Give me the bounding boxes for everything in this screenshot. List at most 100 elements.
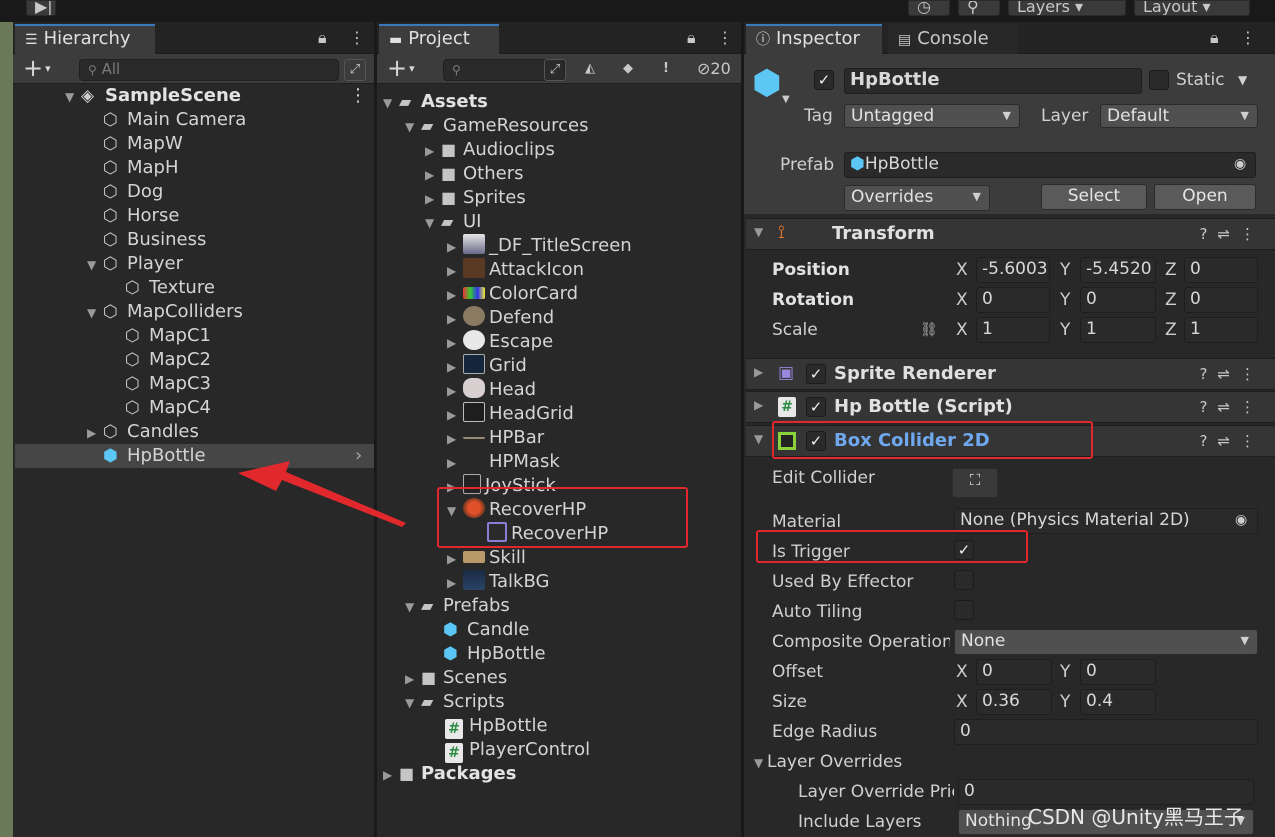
sprite-renderer-header[interactable]: ▶ ▣ ✓ Sprite Renderer ?⇌⋮ <box>746 358 1275 390</box>
component-tools[interactable]: ?⇌⋮ <box>1199 365 1265 383</box>
collapsed-arrow-icon[interactable]: ▶ <box>447 571 463 595</box>
tree-item-packages[interactable]: ▶ ■ Packages <box>383 762 516 786</box>
icon-dropdown-arrow-icon[interactable]: ▼ <box>782 94 790 105</box>
transform-header[interactable]: ▼ ⟟ Transform ?⇌⋮ <box>746 218 1275 250</box>
collapsed-arrow-icon[interactable]: ▶ <box>447 307 463 331</box>
static-checkbox[interactable] <box>1149 70 1169 90</box>
layer-overrides-foldout[interactable]: ▼ Layer Overrides <box>754 750 902 775</box>
lock-icon[interactable]: 🔒︎ <box>1210 28 1219 48</box>
component-tools[interactable]: ?⇌⋮ <box>1199 398 1265 416</box>
list-item[interactable]: ▼ ⬡ MapColliders <box>87 300 243 324</box>
link-off-icon[interactable]: ⛓ <box>920 318 938 342</box>
more-icon[interactable]: ⋮ <box>717 28 733 47</box>
select-button[interactable]: Select <box>1041 184 1147 210</box>
box-collider-header[interactable]: ▼ ✓ Box Collider 2D ?⇌⋮ <box>746 425 1275 457</box>
tree-item-folder[interactable]: ▶ ■ Audioclips <box>425 138 555 162</box>
used-by-effector-checkbox[interactable] <box>954 570 974 590</box>
collapsed-arrow-icon[interactable]: ▶ <box>425 139 441 163</box>
list-item[interactable]: ⬡ MapH <box>103 156 179 180</box>
tree-item-asset[interactable]: ▶ JoyStick <box>447 474 556 498</box>
rotation-x-field[interactable]: 0 <box>976 287 1050 313</box>
step-button[interactable]: ▶| <box>26 0 56 16</box>
collapsed-arrow-icon[interactable]: ▶ <box>447 451 463 475</box>
list-item[interactable]: ▼ ⬡ Player <box>87 252 183 276</box>
expand-arrow-icon[interactable]: ▼ <box>405 595 421 619</box>
tree-item-prefab[interactable]: ⬢ Candle <box>443 618 530 642</box>
expand-arrow-icon[interactable]: ▼ <box>754 756 767 770</box>
collapsed-arrow-icon[interactable]: ▶ <box>447 475 463 499</box>
size-y-field[interactable]: 0.4 <box>1080 689 1156 715</box>
collapsed-arrow-icon[interactable]: ▶ <box>447 427 463 451</box>
active-checkbox[interactable]: ✓ <box>814 70 834 90</box>
tree-item-asset[interactable]: ▶ Skill <box>447 546 526 570</box>
lock-icon[interactable]: 🔒︎ <box>687 28 696 48</box>
offset-y-field[interactable]: 0 <box>1080 659 1156 685</box>
tree-item-asset[interactable]: ▶ HPMask <box>447 450 560 474</box>
tree-item-asset[interactable]: ▶ _DF_TitleScreen <box>447 234 632 258</box>
scale-x-field[interactable]: 1 <box>976 317 1050 343</box>
rotation-z-field[interactable]: 0 <box>1184 287 1258 313</box>
position-x-field[interactable]: -5.6003 <box>976 257 1050 283</box>
create-button[interactable]: + ▾ <box>387 56 415 85</box>
scene-row[interactable]: ▼ ◈ SampleScene <box>65 84 365 108</box>
search-icon[interactable]: ⚲ <box>958 0 1000 16</box>
material-field[interactable]: None (Physics Material 2D) <box>954 508 1258 534</box>
expand-arrow-icon[interactable]: ▼ <box>383 91 399 115</box>
overrides-dropdown[interactable]: Overrides ▼ <box>844 185 990 211</box>
collapsed-arrow-icon[interactable]: ▶ <box>87 421 103 445</box>
more-icon[interactable]: ⋮ <box>1240 28 1256 47</box>
list-item-selected[interactable]: ⬢ HpBottle <box>103 444 206 468</box>
create-button[interactable]: + ▾ <box>23 56 51 85</box>
layers-dropdown[interactable]: Layers ▾ <box>1008 0 1126 16</box>
script-enabled-checkbox[interactable]: ✓ <box>806 397 826 417</box>
scale-y-field[interactable]: 1 <box>1080 317 1156 343</box>
list-item[interactable]: ▶ ⬡ Candles <box>87 420 199 444</box>
tree-item-asset[interactable]: ▶ AttackIcon <box>447 258 584 282</box>
hierarchy-search-input[interactable]: ⚲ All <box>79 59 339 81</box>
collapsed-arrow-icon[interactable]: ▶ <box>754 365 763 379</box>
expand-arrow-icon[interactable]: ▼ <box>754 432 763 446</box>
open-button[interactable]: Open <box>1154 184 1256 210</box>
list-item[interactable]: ⬡ Horse <box>103 204 179 228</box>
tab-project[interactable]: ▬ Project <box>379 24 499 54</box>
tab-console[interactable]: ▤ Console <box>888 24 1018 54</box>
collapsed-arrow-icon[interactable]: ▶ <box>754 398 763 412</box>
tree-item-folder[interactable]: ▼ ▰ UI <box>425 210 481 234</box>
expand-arrow-icon[interactable]: ▼ <box>87 253 103 277</box>
offset-x-field[interactable]: 0 <box>976 659 1052 685</box>
tree-item-folder[interactable]: ▶ ■ Scenes <box>405 666 507 690</box>
tab-inspector[interactable]: ⓘ Inspector <box>746 24 882 54</box>
sprite-renderer-enabled-checkbox[interactable]: ✓ <box>806 364 826 384</box>
collapsed-arrow-icon[interactable]: ▶ <box>383 763 399 787</box>
tree-item-asset[interactable]: ▶ HeadGrid <box>447 402 574 426</box>
more-icon[interactable]: ⋮ <box>349 28 365 47</box>
list-item[interactable]: ⬡ MapC2 <box>125 348 211 372</box>
expand-search-button[interactable]: ⤢ <box>344 59 366 81</box>
list-item[interactable]: ⬡ Business <box>103 228 206 252</box>
component-tools[interactable]: ?⇌⋮ <box>1199 432 1265 450</box>
collapsed-arrow-icon[interactable]: ▶ <box>425 163 441 187</box>
expand-arrow-icon[interactable]: ▼ <box>405 115 421 139</box>
list-item[interactable]: ⬡ Texture <box>125 276 215 300</box>
layout-dropdown[interactable]: Layout ▾ <box>1134 0 1250 16</box>
warning-icon[interactable]: ! <box>655 59 677 81</box>
expand-arrow-icon[interactable]: ▼ <box>65 85 81 109</box>
collapsed-arrow-icon[interactable]: ▶ <box>447 355 463 379</box>
scene-menu-icon[interactable]: ⋮ <box>349 84 367 108</box>
list-item[interactable]: ⬡ Dog <box>103 180 163 204</box>
auto-tiling-checkbox[interactable] <box>954 600 974 620</box>
list-item[interactable]: ⬡ MapC1 <box>125 324 211 348</box>
expand-search-button[interactable]: ⤢ <box>544 59 566 81</box>
box-collider-enabled-checkbox[interactable]: ✓ <box>806 431 826 451</box>
lock-icon[interactable]: 🔒︎ <box>318 28 327 48</box>
list-item[interactable]: ⬡ Main Camera <box>103 108 246 132</box>
history-button[interactable]: ◷ <box>908 0 950 16</box>
size-x-field[interactable]: 0.36 <box>976 689 1052 715</box>
tree-item-script[interactable]: # HpBottle <box>445 714 548 739</box>
position-z-field[interactable]: 0 <box>1184 257 1258 283</box>
list-item[interactable]: ⬡ MapW <box>103 132 183 156</box>
prefab-object-field[interactable]: ⬢HpBottle <box>844 152 1256 178</box>
list-item[interactable]: ⬡ MapC3 <box>125 372 211 396</box>
tree-item-asset[interactable]: ▶ HPBar <box>447 426 544 450</box>
rotation-y-field[interactable]: 0 <box>1080 287 1156 313</box>
